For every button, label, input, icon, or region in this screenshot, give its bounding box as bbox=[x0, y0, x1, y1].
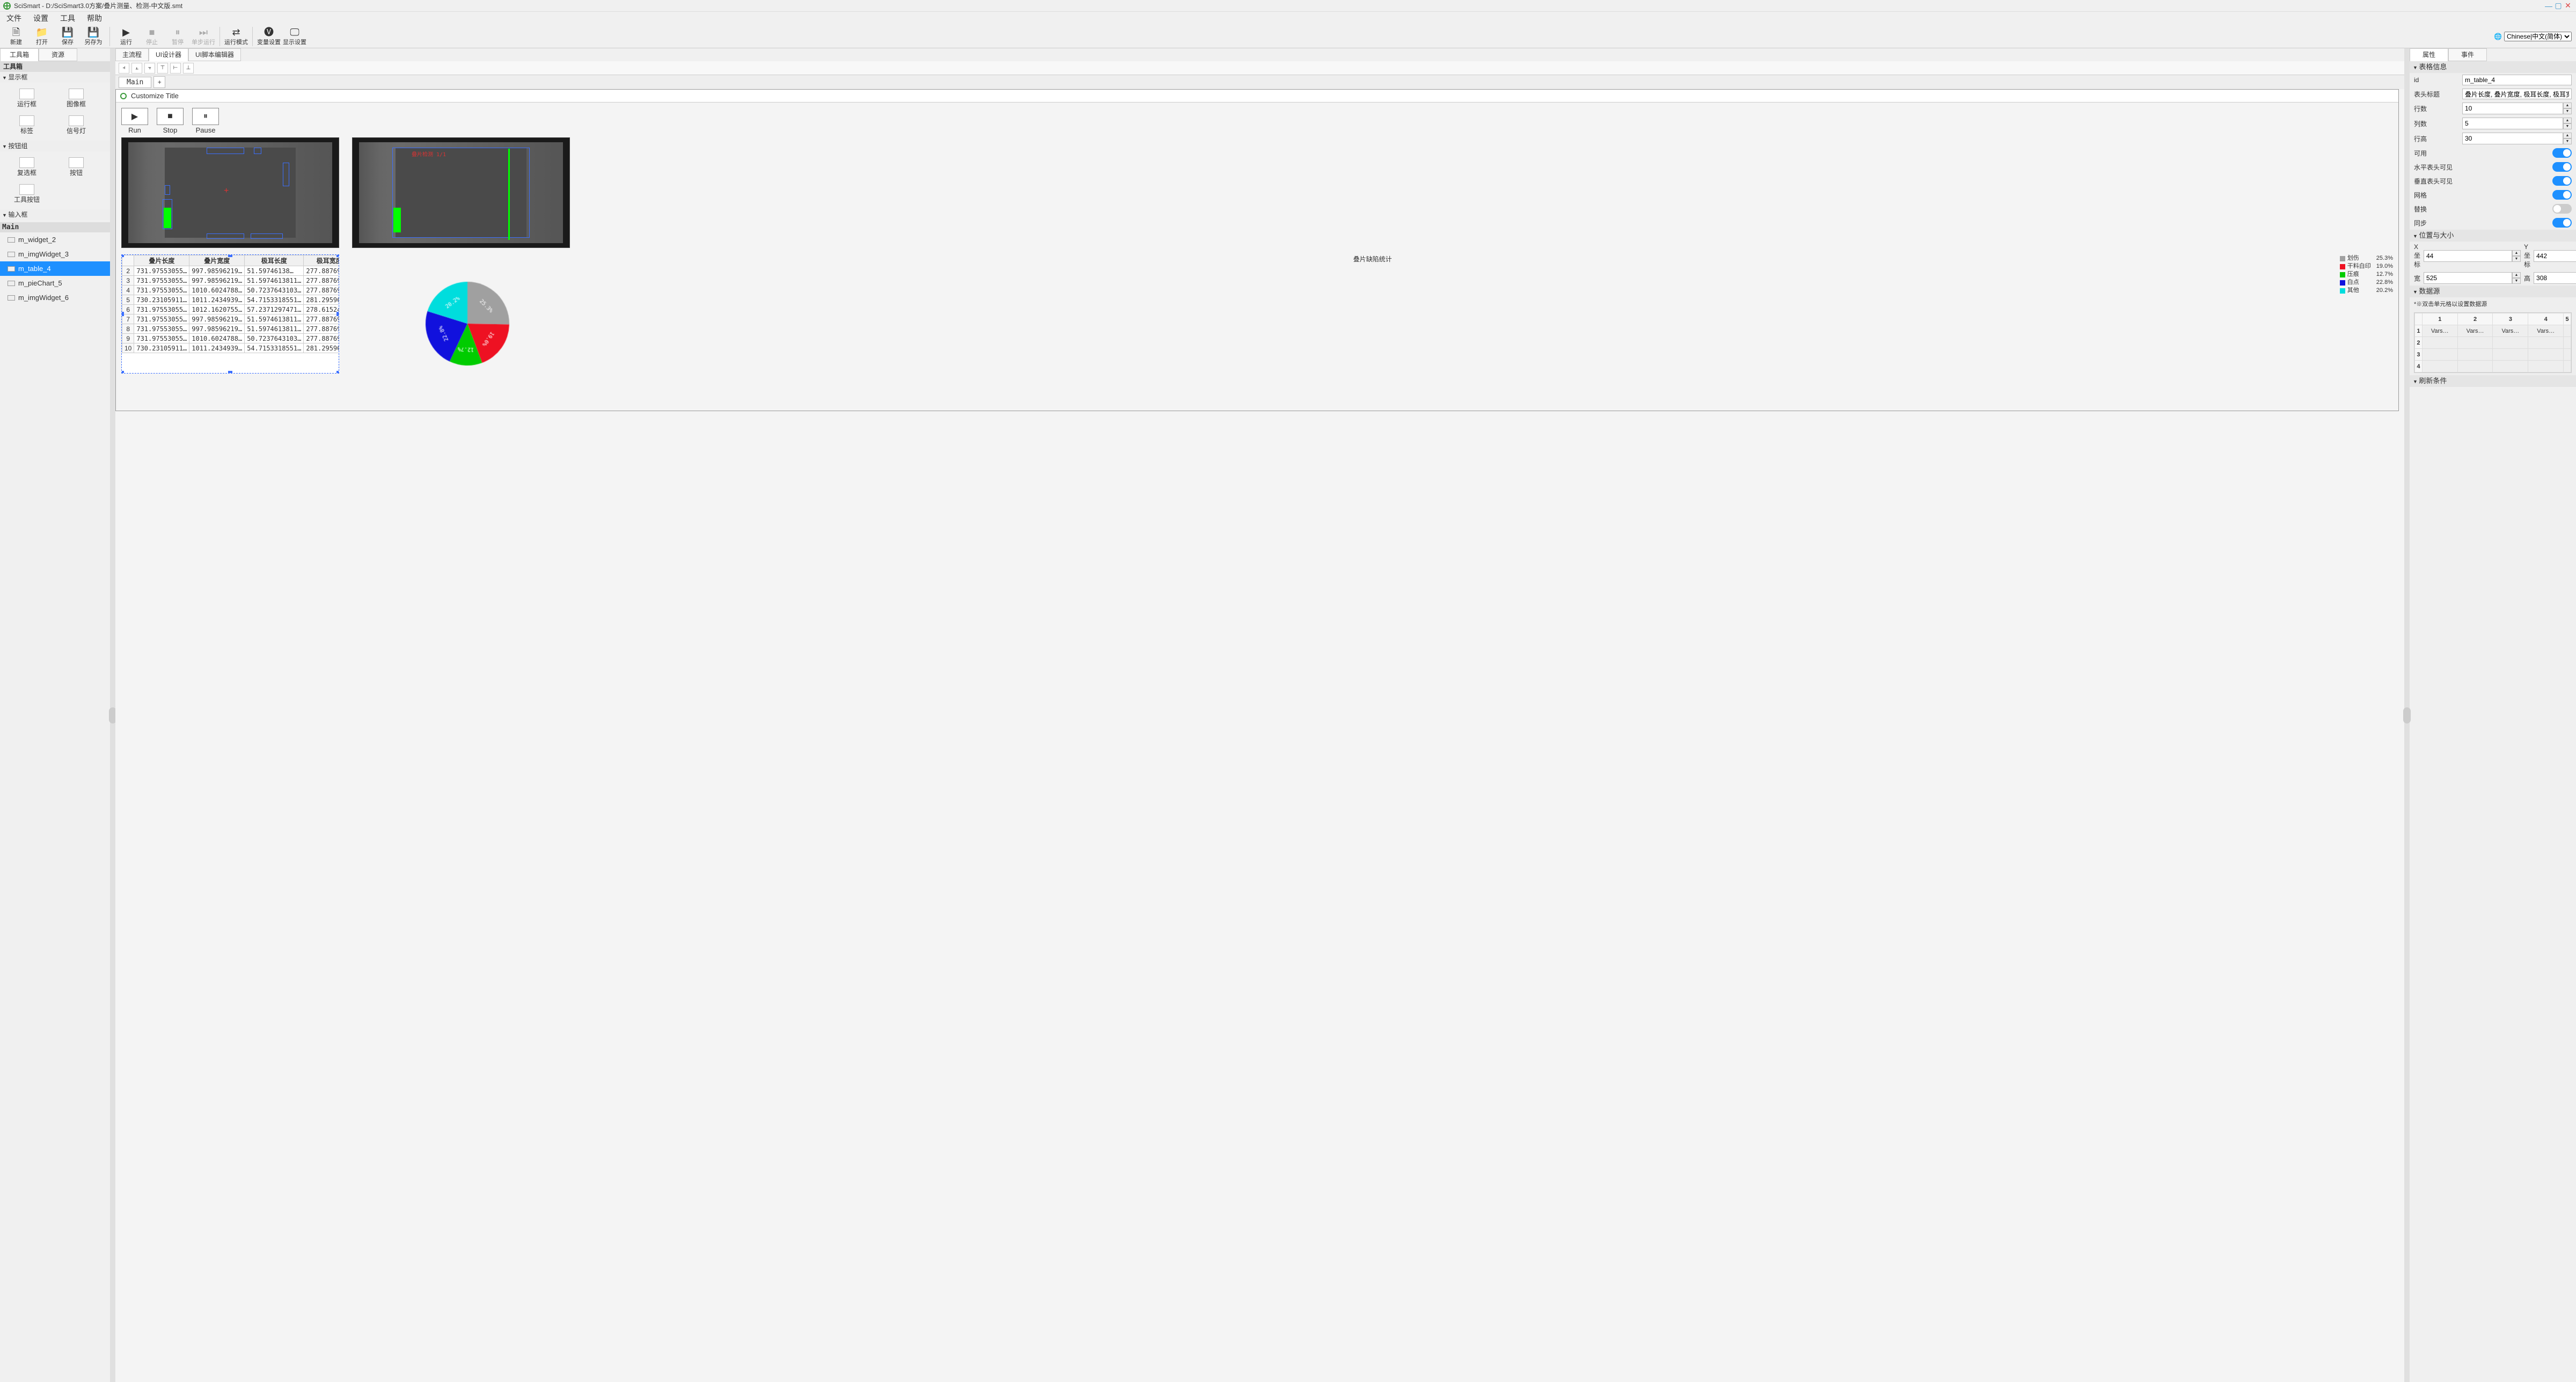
toolbar-运行[interactable]: ▶运行 bbox=[114, 26, 138, 47]
align-bottom-button[interactable]: ⊥ bbox=[183, 63, 194, 74]
toolbox-item[interactable]: 按钮 bbox=[52, 153, 101, 180]
pie-chart-widget[interactable]: 叠片缺陷统计 划伤25.3%干料白印19.0%压痕12.7%白点22.8%其他2… bbox=[352, 254, 2393, 374]
close-button[interactable]: ✕ bbox=[2563, 1, 2573, 10]
align-right-button[interactable]: ⫟ bbox=[144, 63, 155, 74]
add-page-button[interactable]: + bbox=[153, 76, 165, 88]
frame-logo-icon bbox=[120, 93, 127, 99]
app-logo-icon bbox=[3, 2, 11, 10]
toolbar-单步运行: ⏭单步运行 bbox=[192, 26, 215, 47]
pos-x-input[interactable] bbox=[2424, 250, 2512, 262]
toolbox-item[interactable]: 图像框 bbox=[52, 85, 101, 112]
tab-resources[interactable]: 资源 bbox=[39, 48, 77, 61]
toggle-sync[interactable] bbox=[2552, 218, 2572, 228]
toolbox-item[interactable]: 标签 bbox=[2, 112, 52, 138]
splitter-left[interactable] bbox=[110, 48, 115, 1382]
image-view-left[interactable]: + bbox=[121, 137, 339, 248]
menu-settings[interactable]: 设置 bbox=[30, 12, 52, 25]
main-toolbar: 🗎新建📁打开💾保存💾另存为 ▶运行■停止⏸暂停⏭单步运行 ⇄运行模式 🅥变量设置🖵显示… bbox=[0, 25, 2576, 48]
prop-cols-input[interactable] bbox=[2462, 118, 2563, 129]
toolbar-显示设置[interactable]: 🖵显示设置 bbox=[283, 26, 306, 47]
group-按钮组[interactable]: 按钮组 bbox=[0, 141, 110, 151]
ds-hint: *※双击单元格以设置数据源 bbox=[2410, 297, 2576, 310]
datasource-grid[interactable]: 123451Vars…Vars…Vars…Vars…234 bbox=[2414, 312, 2572, 373]
tab-ui-script[interactable]: UI脚本编辑器 bbox=[188, 48, 241, 61]
menu-tools[interactable]: 工具 bbox=[57, 12, 78, 25]
toolbar-变量设置[interactable]: 🅥变量设置 bbox=[257, 26, 281, 47]
image-view-right[interactable]: 叠片检测 1/1 bbox=[352, 137, 570, 248]
prop-rows-input[interactable] bbox=[2462, 103, 2563, 114]
toolbar-运行模式[interactable]: ⇄运行模式 bbox=[224, 26, 248, 47]
hierarchy-header: Main bbox=[0, 222, 110, 232]
section-position[interactable]: 位置与大小 bbox=[2410, 230, 2576, 242]
tab-ui-designer[interactable]: UI设计器 bbox=[149, 48, 188, 61]
toggle-vheader[interactable] bbox=[2552, 176, 2572, 186]
group-显示框[interactable]: 显示框 bbox=[0, 72, 110, 83]
ctrl-Stop[interactable]: ■ bbox=[157, 108, 184, 125]
menu-file[interactable]: 文件 bbox=[3, 12, 25, 25]
align-top-button[interactable]: ⊤ bbox=[157, 63, 168, 74]
toolbar-新建[interactable]: 🗎新建 bbox=[4, 26, 28, 47]
maximize-button[interactable]: ▢ bbox=[2553, 1, 2563, 10]
design-canvas[interactable]: Customize Title ▶Run■Stop⏸Pause bbox=[115, 89, 2404, 1382]
align-center-h-button[interactable]: ⫠ bbox=[131, 63, 142, 74]
frame-title: Customize Title bbox=[131, 92, 179, 100]
section-refresh[interactable]: 刷新条件 bbox=[2410, 375, 2576, 387]
toggle-enabled[interactable] bbox=[2552, 148, 2572, 158]
toolbox-item[interactable]: 复选框 bbox=[2, 153, 52, 180]
toggle-alternate[interactable] bbox=[2552, 204, 2572, 214]
prop-id-input[interactable] bbox=[2462, 75, 2572, 85]
align-middle-button[interactable]: ⊢ bbox=[170, 63, 181, 74]
titlebar: SciSmart - D:/SciSmart3.0方案/叠片测量、检测-中文版.… bbox=[0, 0, 2576, 12]
hierarchy-item[interactable]: m_table_4 bbox=[0, 261, 110, 276]
ctrl-Pause[interactable]: ⏸ bbox=[192, 108, 219, 125]
toggle-hheader[interactable] bbox=[2552, 162, 2572, 172]
globe-icon: 🌐 bbox=[2494, 33, 2502, 40]
window-title: SciSmart - D:/SciSmart3.0方案/叠片测量、检测-中文版.… bbox=[14, 1, 2544, 10]
pos-w-input[interactable] bbox=[2424, 272, 2512, 284]
center-panel: 主流程 UI设计器 UI脚本编辑器 ⫞ ⫠ ⫟ ⊤ ⊢ ⊥ Main + Cus… bbox=[115, 48, 2404, 1382]
section-datasource[interactable]: 数据源 bbox=[2410, 286, 2576, 297]
right-panel: 属性 事件 表格信息 id 表头标题 行数▲▼ 列数▲▼ 行高▲▼ 可用 水平表… bbox=[2410, 48, 2576, 1382]
hierarchy-item[interactable]: m_imgWidget_3 bbox=[0, 247, 110, 261]
language-selector[interactable]: 🌐 Chinese|中文(简体) bbox=[2494, 32, 2572, 41]
minimize-button[interactable]: — bbox=[2544, 2, 2553, 10]
toolbox-item[interactable]: 工具按钮 bbox=[2, 180, 52, 207]
align-left-button[interactable]: ⫞ bbox=[119, 63, 129, 74]
left-panel: 工具箱 资源 工具箱 显示框运行框图像框标签信号灯按钮组复选框按钮工具按钮输入框… bbox=[0, 48, 110, 1382]
menubar: 文件 设置 工具 帮助 bbox=[0, 12, 2576, 25]
hierarchy-item[interactable]: m_widget_2 bbox=[0, 232, 110, 247]
page-tab-main[interactable]: Main bbox=[119, 77, 151, 88]
tab-toolbox[interactable]: 工具箱 bbox=[0, 48, 39, 61]
menu-help[interactable]: 帮助 bbox=[84, 12, 105, 25]
toolbar-保存[interactable]: 💾保存 bbox=[56, 26, 79, 47]
pos-h-input[interactable] bbox=[2534, 272, 2576, 284]
ctrl-Run[interactable]: ▶ bbox=[121, 108, 148, 125]
tab-properties[interactable]: 属性 bbox=[2410, 48, 2448, 61]
toggle-grid[interactable] bbox=[2552, 190, 2572, 200]
group-输入框[interactable]: 输入框 bbox=[0, 209, 110, 220]
pie-title: 叠片缺陷统计 bbox=[352, 254, 2393, 264]
toolbar-另存为[interactable]: 💾另存为 bbox=[82, 26, 105, 47]
toolbox-header: 工具箱 bbox=[0, 61, 110, 72]
tab-main-flow[interactable]: 主流程 bbox=[115, 48, 149, 61]
table-widget-selected[interactable]: 叠片长度叠片宽度极耳长度极耳宽度2731.97553055…997.985962… bbox=[121, 254, 339, 374]
align-toolbar: ⫞ ⫠ ⫟ ⊤ ⊢ ⊥ bbox=[115, 61, 2404, 75]
prop-rowh-input[interactable] bbox=[2462, 133, 2563, 144]
toolbar-打开[interactable]: 📁打开 bbox=[30, 26, 54, 47]
hierarchy-item[interactable]: m_pieChart_5 bbox=[0, 276, 110, 290]
prop-header-input[interactable] bbox=[2462, 89, 2572, 99]
section-table-info[interactable]: 表格信息 bbox=[2410, 61, 2576, 73]
toolbar-停止: ■停止 bbox=[140, 26, 164, 47]
toolbox-item[interactable]: 运行框 bbox=[2, 85, 52, 112]
tab-events[interactable]: 事件 bbox=[2448, 48, 2487, 61]
hierarchy-item[interactable]: m_imgWidget_6 bbox=[0, 290, 110, 305]
toolbox-item[interactable]: 信号灯 bbox=[52, 112, 101, 138]
toolbar-暂停: ⏸暂停 bbox=[166, 26, 189, 47]
splitter-right[interactable] bbox=[2404, 48, 2410, 1382]
hierarchy-list: m_widget_2m_imgWidget_3m_table_4m_pieCha… bbox=[0, 232, 110, 1382]
pos-y-input[interactable] bbox=[2534, 250, 2576, 262]
